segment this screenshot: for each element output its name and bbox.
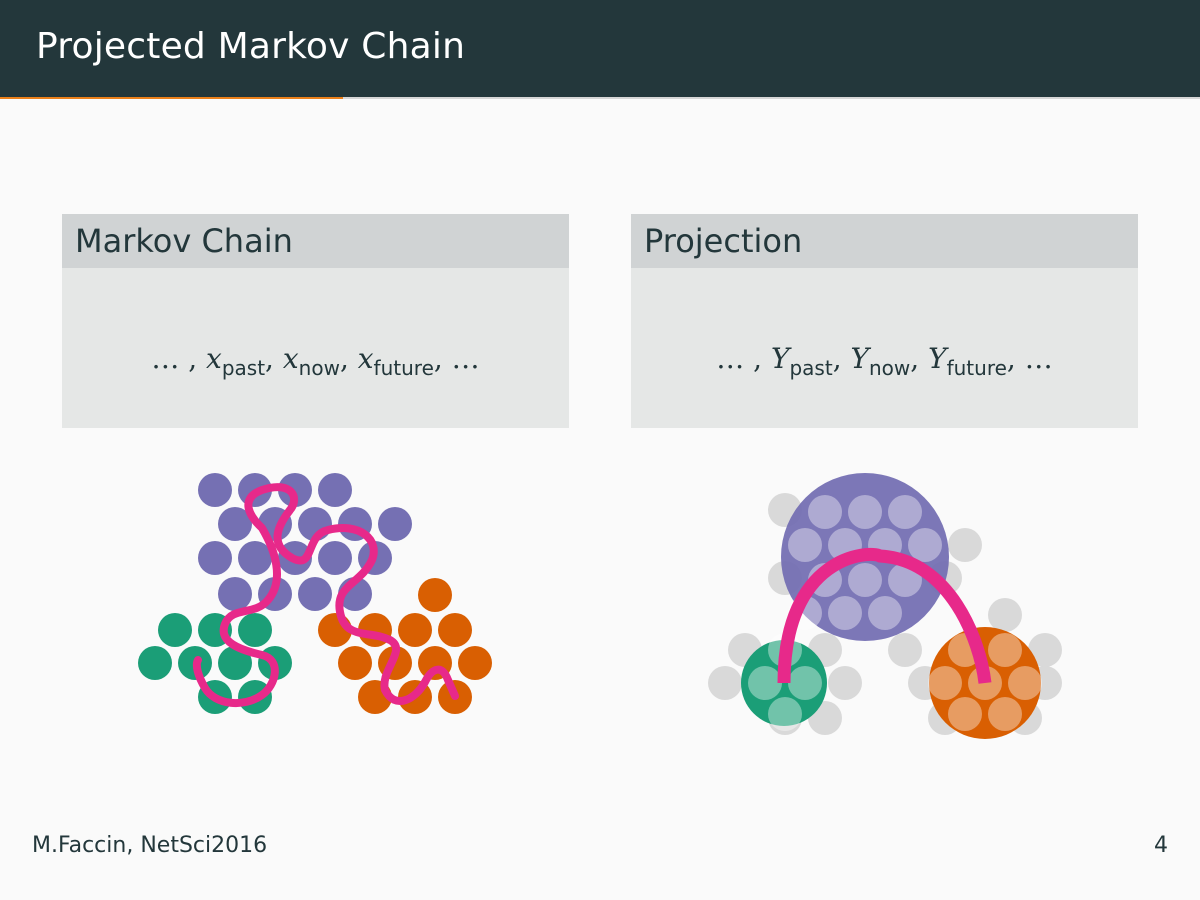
markov-chain-formula: … , xpast, xnow, xfuture, …	[151, 342, 480, 380]
green-node	[138, 646, 172, 680]
orange-node	[418, 578, 452, 612]
orange-node	[438, 613, 472, 647]
markov-chain-title-text: Markov Chain	[75, 222, 293, 260]
formula-sub-past: past	[789, 356, 833, 380]
overlay-node	[948, 697, 982, 731]
orange-node	[458, 646, 492, 680]
purple-node	[318, 541, 352, 575]
overlay-node	[848, 563, 882, 597]
formula-var-past: Y	[771, 342, 790, 375]
gray-node	[828, 666, 862, 700]
projection-block-title: Projection	[631, 214, 1138, 268]
formula-var-past: x	[206, 342, 222, 375]
formula-var-now: x	[282, 342, 299, 375]
purple-node	[198, 541, 232, 575]
page-number: 4	[1154, 833, 1168, 858]
gray-node	[888, 633, 922, 667]
overlay-node	[988, 697, 1022, 731]
network-nodes	[138, 473, 492, 714]
markov-chain-block-title: Markov Chain	[62, 214, 569, 268]
purple-node	[218, 577, 252, 611]
markov-chain-block: Markov Chain … , xpast, xnow, xfuture, …	[62, 214, 569, 428]
overlay-node	[988, 633, 1022, 667]
overlay-node	[868, 596, 902, 630]
purple-node	[318, 473, 352, 507]
formula-dots-close: , …	[433, 342, 480, 375]
gray-node	[708, 666, 742, 700]
formula-sub-future: future	[946, 356, 1007, 380]
footer-author: M.Faccin, NetSci2016	[32, 833, 268, 858]
overlay-node	[828, 596, 862, 630]
slide-title: Projected Markov Chain	[36, 26, 466, 67]
overlay-node	[888, 495, 922, 529]
green-node	[158, 613, 192, 647]
overlay-node	[1008, 666, 1042, 700]
formula-var-now: Y	[850, 342, 869, 375]
overlay-node	[748, 666, 782, 700]
formula-dots-open: … ,	[151, 342, 198, 375]
formula-dots-close: , …	[1006, 342, 1053, 375]
projection-network-figure	[708, 473, 1062, 739]
projection-block: Projection … , Ypast, Ynow, Yfuture, …	[631, 214, 1138, 428]
green-node	[238, 613, 272, 647]
purple-node	[378, 507, 412, 541]
orange-node	[338, 646, 372, 680]
formula-sub-now: now	[869, 356, 911, 380]
gray-node	[988, 598, 1022, 632]
orange-node	[398, 613, 432, 647]
formula-sub-now: now	[298, 356, 340, 380]
progress-bar-fill	[0, 97, 344, 99]
formula-var-future: Y	[928, 342, 947, 375]
overlay-node	[768, 697, 802, 731]
overlay-node	[808, 495, 842, 529]
formula-sub-future: future	[373, 356, 434, 380]
overlay-node	[788, 666, 822, 700]
projection-title-text: Projection	[644, 222, 803, 260]
overlay-node	[848, 495, 882, 529]
progress-bar	[0, 97, 1200, 99]
purple-node	[298, 577, 332, 611]
formula-var-future: x	[357, 342, 374, 375]
overlay-node	[908, 528, 942, 562]
purple-node	[198, 473, 232, 507]
gray-node	[948, 528, 982, 562]
overlay-node	[928, 666, 962, 700]
slide-header: Projected Markov Chain	[0, 0, 1200, 97]
projection-formula: … , Ypast, Ynow, Yfuture, …	[716, 342, 1053, 380]
markov-chain-network-figure	[138, 473, 492, 714]
formula-dots-open: … ,	[716, 342, 763, 375]
formula-sub-past: past	[221, 356, 266, 380]
overlay-node	[788, 528, 822, 562]
